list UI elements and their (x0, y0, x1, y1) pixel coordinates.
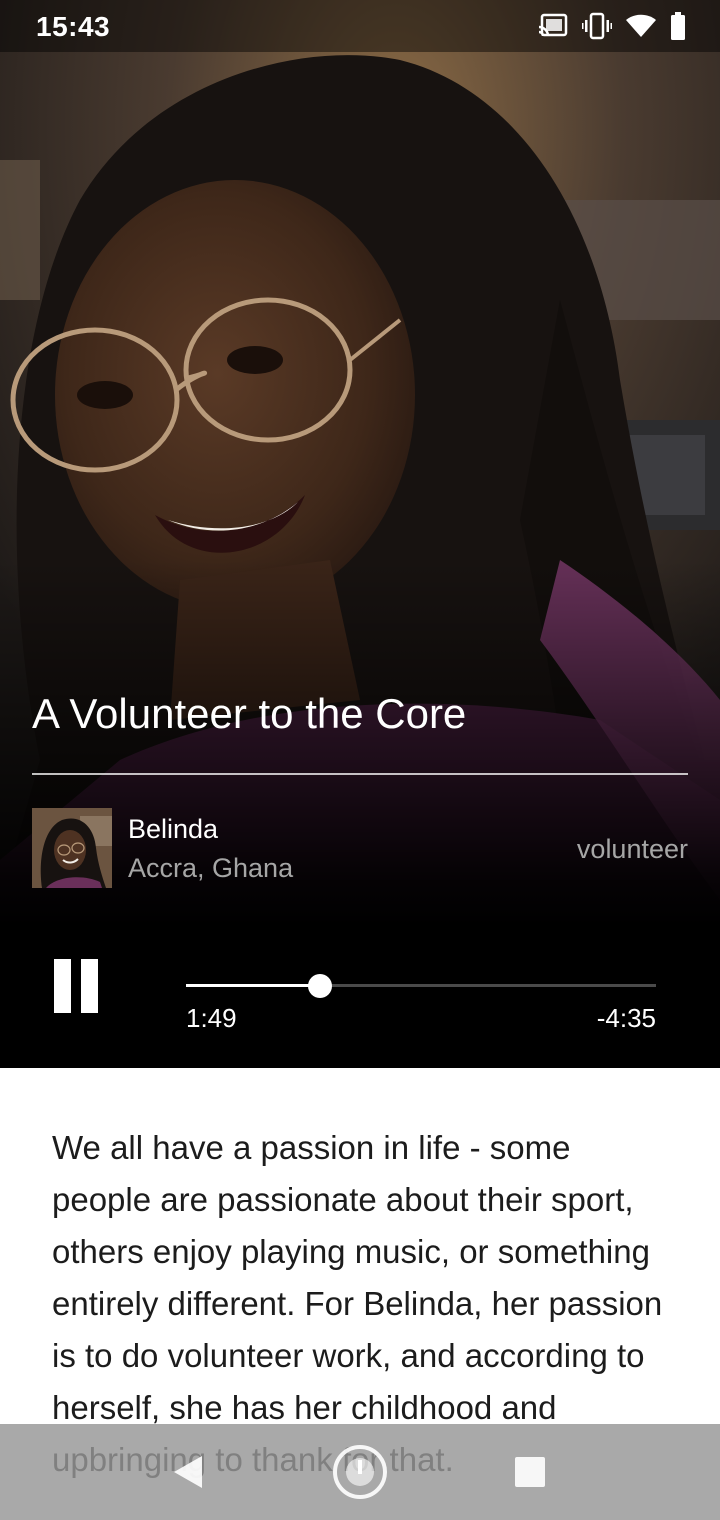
wifi-icon (626, 14, 656, 43)
status-icons (538, 12, 686, 45)
profile-tag: volunteer (576, 834, 688, 864)
profile-name: Belinda (128, 814, 219, 844)
story-title: A Volunteer to the Core (32, 690, 467, 737)
pause-button[interactable] (50, 956, 106, 1016)
profile-avatar[interactable] (32, 808, 112, 888)
recents-button[interactable] (500, 1442, 560, 1502)
back-icon (158, 1456, 218, 1506)
time-remaining: -4:35 (596, 1003, 656, 1033)
back-button[interactable] (158, 1442, 218, 1502)
hero-photo (0, 0, 720, 1068)
status-bar: 15:43 (0, 0, 720, 52)
seek-thumb[interactable] (307, 974, 332, 998)
recents-icon (500, 1457, 560, 1506)
home-icon (330, 1445, 390, 1506)
title-divider (32, 773, 688, 775)
time-elapsed: 1:49 (186, 1003, 237, 1033)
status-time: 15:43 (36, 11, 111, 42)
battery-icon (670, 12, 686, 45)
profile-location: Accra, Ghana (128, 853, 294, 883)
navigation-bar (0, 1424, 720, 1520)
app-screen: 15:43 A Volunteer to the Core Belinda Ac… (0, 0, 720, 1520)
vibrate-icon (582, 12, 612, 45)
seek-bar[interactable] (186, 972, 656, 1000)
cast-icon (538, 13, 568, 44)
seek-progress (186, 984, 320, 987)
home-button[interactable] (330, 1442, 390, 1502)
